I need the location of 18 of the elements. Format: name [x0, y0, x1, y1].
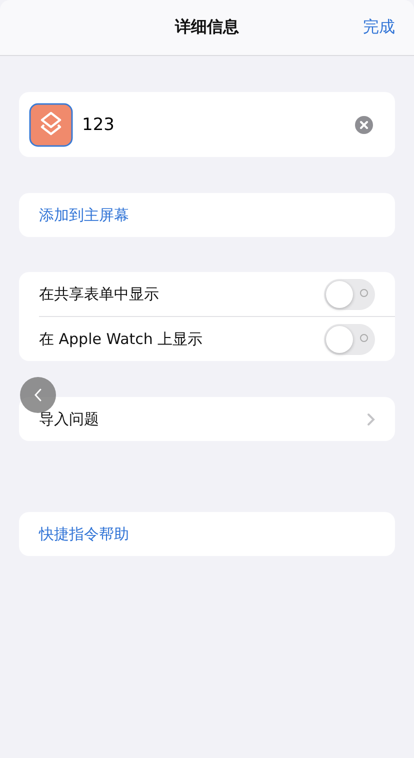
toggle-switch[interactable] — [324, 324, 375, 354]
nav-title: 详细信息 — [175, 17, 239, 38]
done-button[interactable]: 完成 — [363, 17, 395, 38]
toggle-label: 在共享表单中显示 — [39, 284, 159, 304]
back-button[interactable] — [20, 377, 56, 413]
chevron-left-icon — [33, 388, 43, 402]
clear-icon[interactable] — [355, 116, 373, 134]
name-field[interactable]: 123 — [82, 114, 355, 134]
help-link[interactable]: 快捷指令帮助 — [39, 524, 129, 544]
toggle-switch[interactable] — [324, 278, 375, 310]
chevron-icon — [367, 412, 375, 426]
add-to-home-link[interactable]: 添加到主屏幕 — [39, 206, 129, 224]
row-label: 导入问题 — [39, 410, 99, 428]
add-to-home-row[interactable]: 添加到主屏幕 — [19, 193, 395, 237]
import-questions-row[interactable]: 导入问题 — [19, 397, 395, 441]
toggle-label: 在 Apple Watch 上显示 — [39, 330, 203, 348]
layers-icon[interactable] — [29, 102, 73, 146]
help-row[interactable]: 快捷指令帮助 — [19, 512, 395, 556]
